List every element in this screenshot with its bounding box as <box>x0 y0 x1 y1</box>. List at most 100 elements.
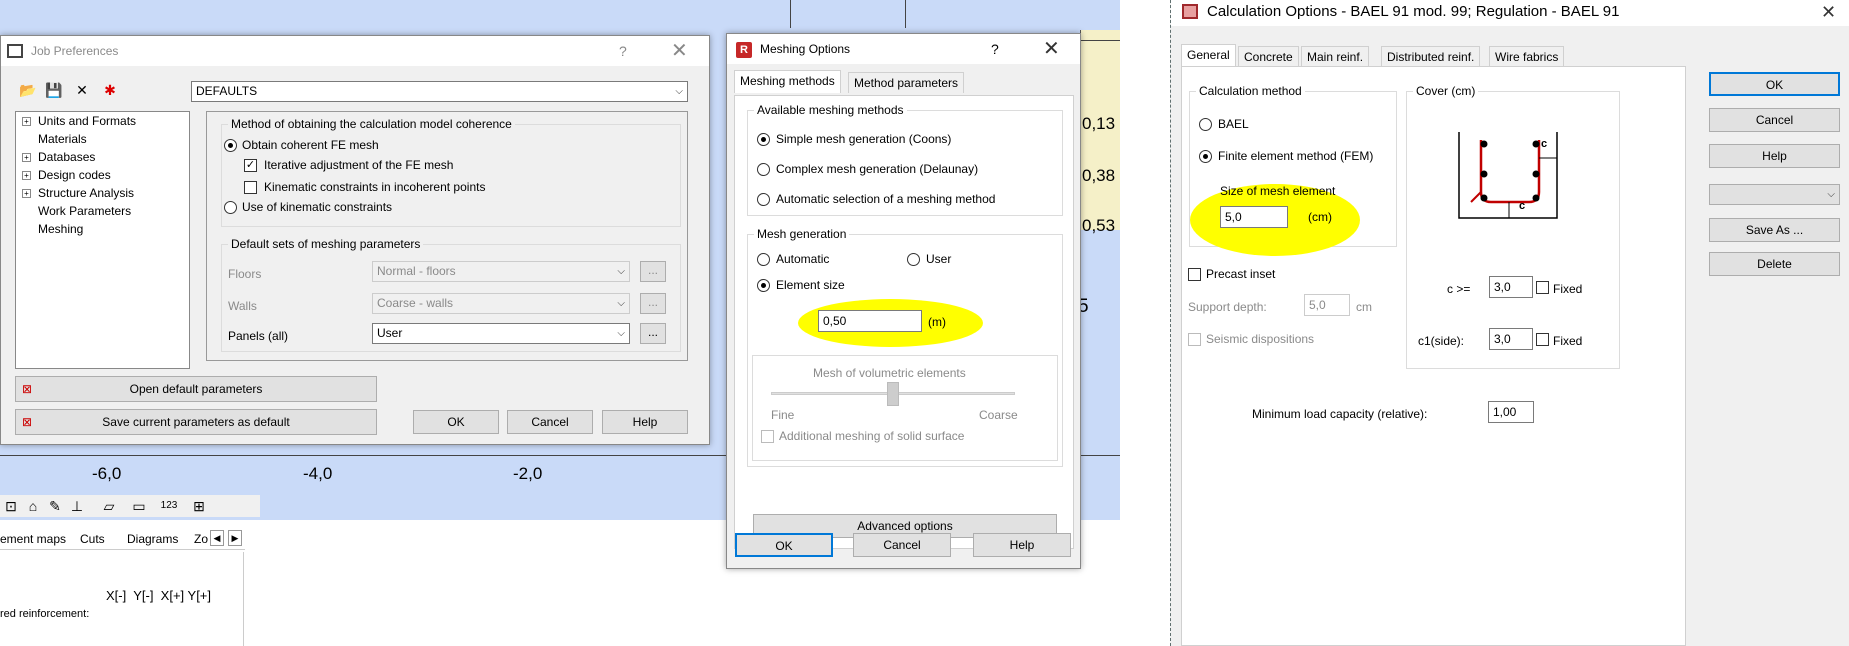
coherence-group: Method of obtaining the calculation mode… <box>221 117 681 227</box>
help-button[interactable]: Help <box>973 533 1071 557</box>
panels-more-button[interactable]: ... <box>640 323 666 344</box>
radio-bael[interactable] <box>1199 118 1212 131</box>
precast-inset-label: Precast inset <box>1206 267 1276 281</box>
tool-icon[interactable]: ⊡ <box>0 497 22 515</box>
cancel-button[interactable]: Cancel <box>507 410 593 434</box>
radio-automatic-selection[interactable] <box>757 193 770 206</box>
help-button[interactable]: Help <box>602 410 688 434</box>
delete-button[interactable]: Delete <box>1709 252 1840 276</box>
save-as-button[interactable]: Save As ... <box>1709 218 1840 242</box>
radio-complex-delaunay[interactable] <box>757 163 770 176</box>
tab-meshing-methods[interactable]: Meshing methods <box>734 70 841 93</box>
tab-diagrams[interactable]: Diagrams <box>127 532 178 546</box>
tool-icon[interactable]: ⊥ <box>66 497 88 515</box>
save-icon[interactable]: 💾 <box>43 81 65 99</box>
cancel-button[interactable]: Cancel <box>1709 108 1840 132</box>
help-button[interactable]: Help <box>1709 144 1840 168</box>
tab-cuts[interactable]: Cuts <box>80 532 105 546</box>
floors-label: Floors <box>228 267 262 281</box>
tab-wire-fabrics[interactable]: Wire fabrics <box>1489 46 1565 67</box>
help-icon[interactable]: ? <box>991 34 999 64</box>
checkbox-c1-fixed[interactable] <box>1536 333 1549 346</box>
min-load-input[interactable]: 1,00 <box>1488 401 1534 423</box>
tree-item-work-parameters[interactable]: Work Parameters <box>38 204 131 218</box>
min-load-label: Minimum load capacity (relative): <box>1252 407 1428 421</box>
tool-icon[interactable]: ⊞ <box>188 497 210 515</box>
tab-general[interactable]: General <box>1181 44 1236 67</box>
calc-method-group: Calculation method BAEL Finite element m… <box>1189 84 1397 256</box>
radio-complex-label: Complex mesh generation (Delaunay) <box>776 162 979 176</box>
checkbox-precast-inset[interactable] <box>1188 268 1201 281</box>
close-icon[interactable]: ✕ <box>671 41 688 61</box>
tree-expand-icon[interactable]: + <box>22 171 31 180</box>
delete-icon[interactable]: ✕ <box>71 81 93 99</box>
preset-combo[interactable]: DEFAULTS ⌵ <box>191 81 688 102</box>
close-icon[interactable]: ✕ <box>1821 2 1836 22</box>
ok-button[interactable]: OK <box>1709 72 1840 96</box>
tool-icon[interactable]: ⌂ <box>22 497 44 515</box>
tree-item-databases[interactable]: Databases <box>38 150 95 164</box>
panels-label: Panels (all) <box>228 329 289 343</box>
ok-button[interactable]: OK <box>413 410 499 434</box>
radio-simple-coons[interactable] <box>757 133 770 146</box>
cancel-button[interactable]: Cancel <box>853 533 951 557</box>
seismic-label: Seismic dispositions <box>1206 332 1315 346</box>
tree-expand-icon[interactable]: + <box>22 117 31 126</box>
volumetric-slider-thumb[interactable] <box>887 382 899 406</box>
tree-item-meshing[interactable]: Meshing <box>38 222 83 236</box>
scroll-right-icon[interactable]: ▶ <box>228 530 242 546</box>
volumetric-label: Mesh of volumetric elements <box>813 366 966 380</box>
checkbox-c-fixed[interactable] <box>1536 281 1549 294</box>
coherence-group-label: Method of obtaining the calculation mode… <box>228 117 515 131</box>
tree-item-design-codes[interactable]: Design codes <box>38 168 111 182</box>
radio-coherent-mesh[interactable] <box>224 139 237 152</box>
tree-item-structure-analysis[interactable]: Structure Analysis <box>38 186 134 200</box>
job-prefs-titlebar: Job Preferences ? ✕ <box>1 36 709 66</box>
help-icon[interactable]: ? <box>619 36 627 66</box>
calc-options-dialog: Calculation Options - BAEL 91 mod. 99; R… <box>1170 0 1849 646</box>
close-icon[interactable]: ✕ <box>1043 39 1060 59</box>
tab-main-reinf[interactable]: Main reinf. <box>1301 46 1370 67</box>
reset-icon[interactable]: ✱ <box>99 81 121 99</box>
c-min-input[interactable]: 3,0 <box>1489 276 1533 298</box>
checkbox-kinematic-label: Kinematic constraints in incoherent poin… <box>264 180 486 194</box>
tab-bar: General Concrete Main reinf. Distributed… <box>1181 44 1581 67</box>
tool-icon[interactable]: 123 <box>158 497 180 515</box>
tree-expand-icon[interactable]: + <box>22 189 31 198</box>
dialog-title: Job Preferences <box>31 44 119 58</box>
tab-method-parameters[interactable]: Method parameters <box>848 72 965 93</box>
radio-user-label: User <box>926 252 952 266</box>
additional-meshing-label: Additional meshing of solid surface <box>779 429 965 443</box>
scroll-left-icon[interactable]: ◀ <box>210 530 224 546</box>
tab-zones[interactable]: Zo <box>194 532 208 546</box>
checkbox-kinematic[interactable] <box>244 181 257 194</box>
radio-fem[interactable] <box>1199 150 1212 163</box>
tool-icon[interactable]: ▭ <box>128 497 150 515</box>
save-default-button[interactable]: ⊠ Save current parameters as default <box>15 409 377 435</box>
radio-kinematic-constraints[interactable] <box>224 201 237 214</box>
tree-item-materials[interactable]: Materials <box>38 132 87 146</box>
element-size-input[interactable]: 0,50 <box>818 310 922 332</box>
mesh-size-label: Size of mesh element <box>1220 184 1336 198</box>
c1-side-input[interactable]: 3,0 <box>1489 328 1533 350</box>
tree-expand-icon[interactable]: + <box>22 153 31 162</box>
cover-label: Cover (cm) <box>1413 84 1479 98</box>
tab-element-maps[interactable]: ement maps <box>0 532 66 546</box>
tool-icon[interactable]: ✎ <box>44 497 66 515</box>
radio-element-size[interactable] <box>757 279 770 292</box>
tab-distributed-reinf[interactable]: Distributed reinf. <box>1381 46 1481 67</box>
meshing-options-dialog: R Meshing Options ? ✕ Meshing methods Me… <box>726 33 1081 569</box>
panels-value: User <box>377 326 403 340</box>
open-default-button[interactable]: ⊠ Open default parameters <box>15 376 377 402</box>
preset-combo[interactable]: ⌵ <box>1709 184 1840 205</box>
radio-user[interactable] <box>907 253 920 266</box>
tab-concrete[interactable]: Concrete <box>1238 46 1299 67</box>
tool-icon[interactable]: ▱ <box>98 497 120 515</box>
checkbox-iterative[interactable]: ✓ <box>244 159 257 172</box>
tree-item-units[interactable]: Units and Formats <box>38 114 136 128</box>
ok-button[interactable]: OK <box>735 533 833 557</box>
radio-automatic[interactable] <box>757 253 770 266</box>
panels-combo[interactable]: User ⌵ <box>372 323 630 344</box>
mesh-size-input[interactable]: 5,0 <box>1220 206 1288 228</box>
open-folder-icon[interactable]: 📂 <box>17 81 39 99</box>
